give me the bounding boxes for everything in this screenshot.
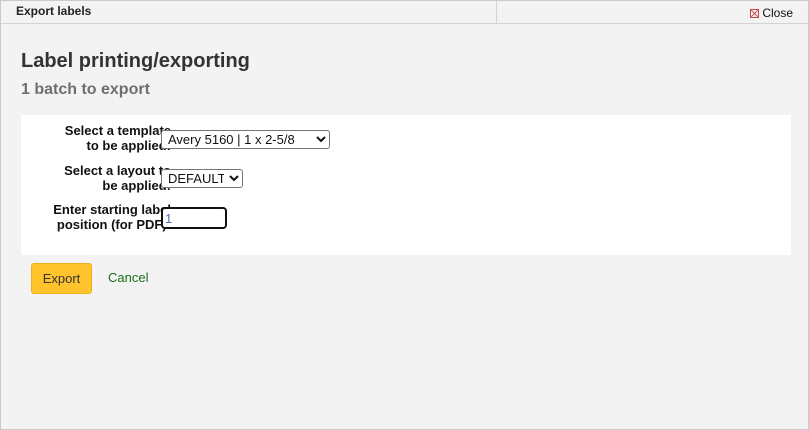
- position-label: Enter starting label position (for PDF):: [31, 202, 171, 232]
- starting-position-input[interactable]: [161, 207, 227, 229]
- layout-label: Select a layout to be applied:: [31, 163, 171, 193]
- dialog-titlebar: Export labels Close: [1, 1, 808, 24]
- page-title: Label printing/exporting: [21, 50, 250, 72]
- close-label: Close: [762, 6, 793, 20]
- template-label: Select a template to be applied:: [31, 123, 171, 153]
- layout-select[interactable]: DEFAULT: [161, 169, 243, 188]
- dialog-title: Export labels: [16, 4, 92, 18]
- close-icon: [750, 8, 760, 18]
- export-form-panel: Select a template to be applied: Avery 5…: [21, 115, 791, 255]
- close-button[interactable]: Close: [750, 6, 793, 20]
- position-label-line2: position (for PDF):: [56, 217, 171, 232]
- export-labels-dialog: Export labels Close Label printing/expor…: [0, 0, 809, 430]
- template-select[interactable]: Avery 5160 | 1 x 2-5/8: [161, 130, 330, 149]
- layout-label-line1: Select a layout to: [64, 163, 171, 178]
- export-button[interactable]: Export: [31, 263, 92, 294]
- position-label-line1: Enter starting label: [53, 202, 171, 217]
- template-label-line1: Select a template: [64, 123, 171, 138]
- template-label-line2: to be applied:: [86, 138, 172, 153]
- cancel-link[interactable]: Cancel: [108, 270, 148, 285]
- titlebar-divider: [496, 1, 497, 23]
- batch-count-heading: 1 batch to export: [21, 81, 150, 98]
